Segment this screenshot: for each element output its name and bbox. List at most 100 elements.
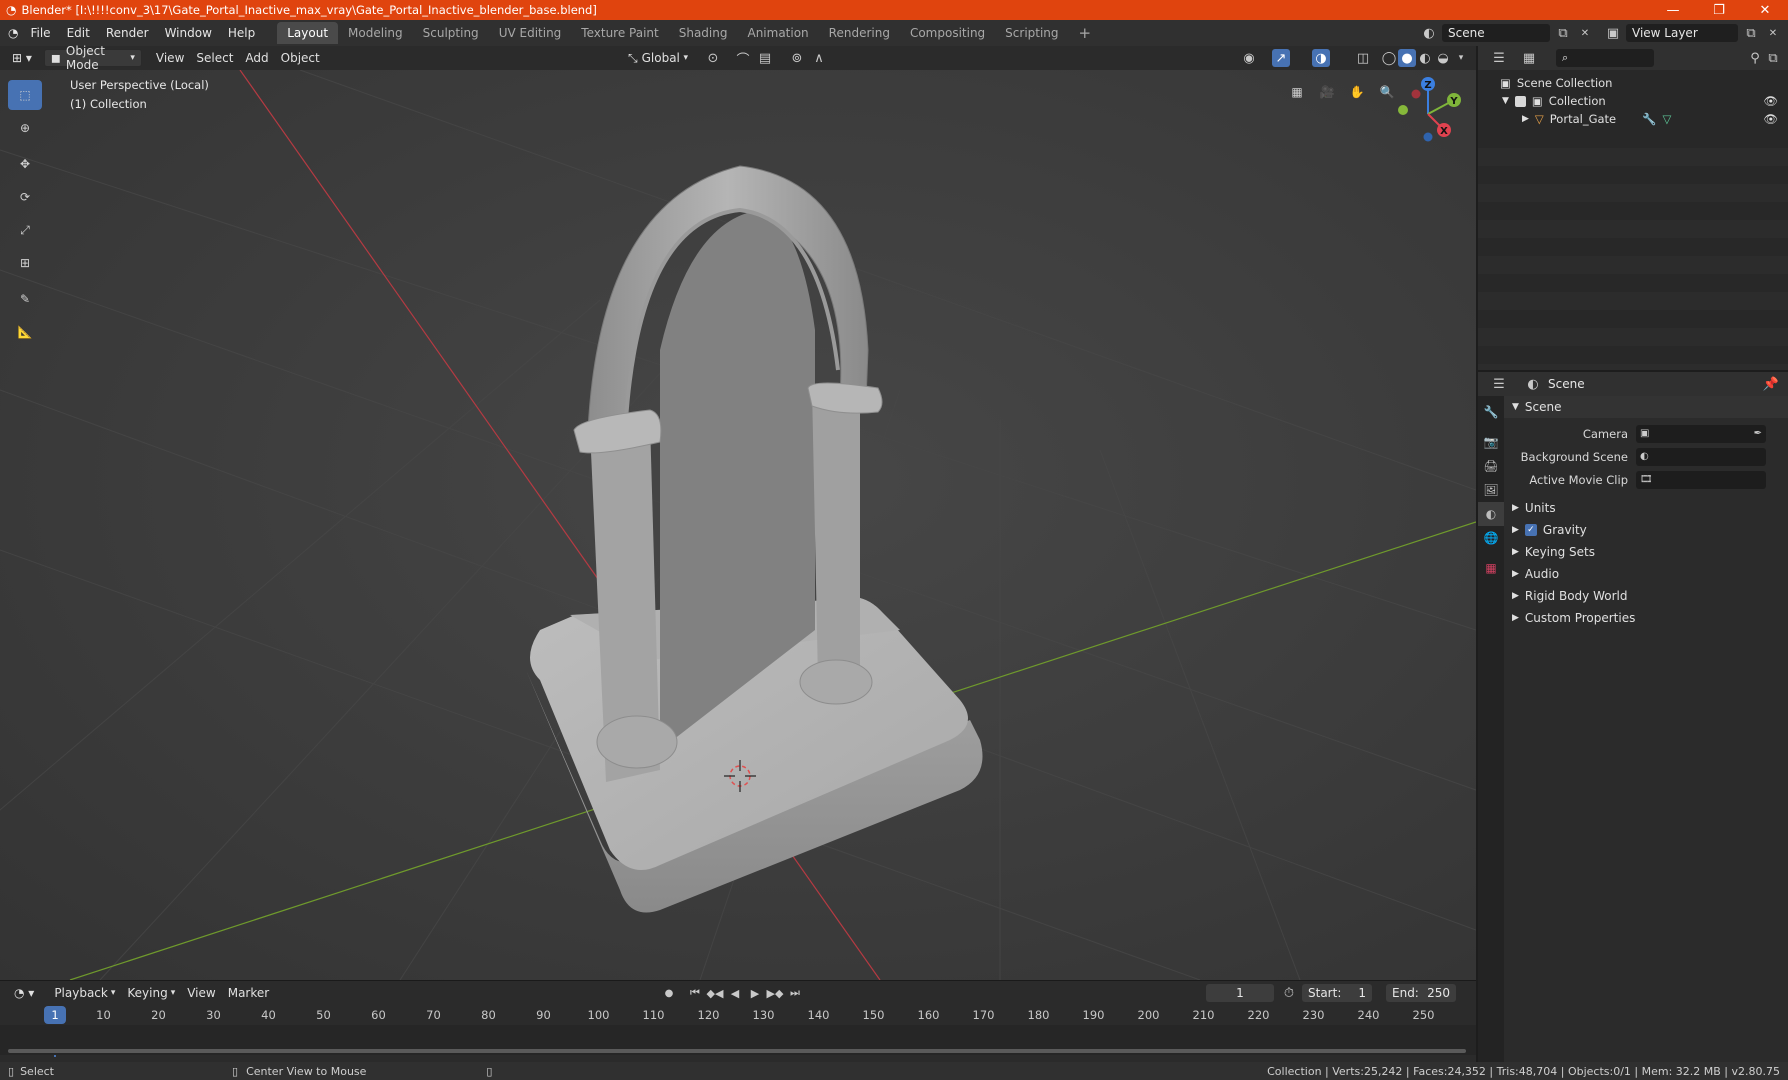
mode-selector[interactable]: ◼ Object Mode ▾ — [43, 44, 142, 72]
grid-toggle-icon[interactable]: ▦ — [1285, 80, 1309, 104]
transform-tool-icon[interactable]: ⊞ — [8, 248, 42, 278]
tab-scripting[interactable]: Scripting — [995, 22, 1068, 44]
play-reverse-icon[interactable]: ◀ — [726, 984, 744, 1002]
rotate-tool-icon[interactable]: ⟳ — [8, 182, 42, 212]
preview-range-icon[interactable]: ⏱ — [1280, 984, 1298, 1002]
menu-file[interactable]: File — [22, 22, 58, 44]
wireframe-shading-icon[interactable]: ◯ — [1380, 49, 1398, 67]
remove-scene-icon[interactable]: ✕ — [1576, 24, 1594, 42]
playhead[interactable]: 1 — [44, 1006, 66, 1024]
proportional-editing-icon[interactable]: ⊚ — [788, 49, 806, 67]
xray-toggle-icon[interactable]: ◫ — [1354, 49, 1372, 67]
new-collection-icon[interactable]: ⧉ — [1764, 49, 1782, 67]
camera-view-icon[interactable]: 🎥 — [1315, 80, 1339, 104]
cursor-tool-icon[interactable]: ⊕ — [8, 113, 42, 143]
jump-end-icon[interactable]: ⏭ — [786, 984, 804, 1002]
close-icon[interactable]: ✕ — [1742, 0, 1788, 20]
custom-properties-panel-header[interactable]: ▶ Custom Properties — [1504, 607, 1788, 629]
output-tab-icon[interactable]: 🖨 — [1478, 454, 1504, 478]
expand-collection-icon[interactable]: ▼ — [1502, 96, 1509, 106]
scene-selector[interactable]: Scene — [1442, 24, 1550, 42]
visibility-eye-icon[interactable]: 👁 — [1763, 112, 1778, 126]
tab-animation[interactable]: Animation — [737, 22, 818, 44]
display-mode-icon[interactable]: ▦ — [1520, 49, 1538, 67]
properties-editor-type-icon[interactable]: ☰ — [1490, 375, 1508, 393]
pan-hand-icon[interactable]: ✋ — [1345, 80, 1369, 104]
timeline-ruler[interactable]: 1 10 20 30 40 50 60 70 80 90 100 110 120 130 140 150 16… — [0, 1005, 1476, 1057]
menu-render[interactable]: Render — [98, 22, 157, 44]
scene-panel-header[interactable]: ▼ Scene — [1504, 396, 1788, 418]
timeline-editor-type-icon[interactable]: ◔ ▾ — [8, 984, 40, 1002]
gizmo-toggle-icon[interactable]: ↗ — [1272, 49, 1290, 67]
material-shading-icon[interactable]: ◐ — [1416, 49, 1434, 67]
collection-checkbox[interactable] — [1514, 95, 1526, 107]
timeline-track[interactable] — [0, 1025, 1476, 1055]
tab-layout[interactable]: Layout — [277, 22, 339, 44]
scene-icon[interactable]: ◐ — [1420, 24, 1438, 42]
select-box-tool-icon[interactable]: ⬚ — [8, 80, 42, 110]
gravity-checkbox[interactable]: ✓ — [1524, 524, 1537, 536]
play-icon[interactable]: ▶ — [746, 984, 764, 1002]
record-icon[interactable]: ● — [660, 984, 678, 1002]
overlay-toggle-icon[interactable]: ◑ — [1312, 49, 1330, 67]
units-panel-header[interactable]: ▶ Units — [1504, 497, 1788, 519]
menu-edit[interactable]: Edit — [59, 22, 98, 44]
snap-target-icon[interactable]: ▤ — [756, 49, 774, 67]
prev-keyframe-icon[interactable]: ◆◀ — [706, 984, 724, 1002]
camera-field[interactable]: ▣ ✒ — [1636, 424, 1766, 443]
end-frame-field[interactable]: End: 250 — [1386, 984, 1456, 1002]
pin-icon[interactable]: 📌 — [1762, 375, 1780, 393]
view-layer-icon[interactable]: ▣ — [1604, 24, 1622, 42]
outliner-row-portal-gate[interactable]: ▶ ▽ Portal_Gate 🔧 ▽ 👁 — [1478, 110, 1788, 128]
remove-view-layer-icon[interactable]: ✕ — [1764, 24, 1782, 42]
next-keyframe-icon[interactable]: ▶◆ — [766, 984, 784, 1002]
measure-tool-icon[interactable]: 📐 — [8, 317, 42, 347]
navigation-gizmo[interactable]: Z Y X — [1388, 72, 1468, 152]
tab-compositing[interactable]: Compositing — [900, 22, 995, 44]
visibility-eye-icon[interactable]: 👁 — [1763, 94, 1778, 108]
current-frame-field[interactable]: 1 — [1206, 984, 1274, 1002]
new-scene-icon[interactable]: ⧉ — [1554, 24, 1572, 42]
audio-panel-header[interactable]: ▶ Audio — [1504, 563, 1788, 585]
menu-object[interactable]: Object — [275, 49, 326, 67]
new-view-layer-icon[interactable]: ⧉ — [1742, 24, 1760, 42]
menu-select[interactable]: Select — [190, 49, 239, 67]
outliner-editor-type-icon[interactable]: ☰ — [1490, 49, 1508, 67]
menu-view[interactable]: View — [150, 49, 190, 67]
snap-icon[interactable]: ⌒ — [734, 49, 752, 68]
visibility-selectability-icon[interactable]: ◉ — [1240, 49, 1258, 67]
restore-icon[interactable]: ❐ — [1696, 0, 1742, 20]
tab-modeling[interactable]: Modeling — [338, 22, 413, 44]
tab-rendering[interactable]: Rendering — [819, 22, 900, 44]
add-workspace-icon[interactable]: + — [1069, 22, 1102, 44]
menu-help[interactable]: Help — [220, 22, 263, 44]
tool-tab-icon[interactable]: 🔧 — [1478, 400, 1504, 424]
scene-tab-icon[interactable]: ◐ — [1478, 502, 1504, 526]
tab-uv-editing[interactable]: UV Editing — [489, 22, 572, 44]
world-tab-icon[interactable]: 🌐 — [1478, 526, 1504, 550]
render-tab-icon[interactable]: 📷 — [1478, 430, 1504, 454]
background-scene-field[interactable]: ◐ — [1636, 447, 1766, 466]
eyedropper-icon[interactable]: ✒ — [1754, 428, 1762, 439]
3d-viewport[interactable]: ⬚ ⊕ ✥ ⟳ ⤢ ⊞ ✎ 📐 User Perspective (Local)… — [0, 70, 1476, 980]
tab-sculpting[interactable]: Sculpting — [413, 22, 489, 44]
menu-marker[interactable]: Marker — [222, 984, 275, 1002]
move-tool-icon[interactable]: ✥ — [8, 149, 42, 179]
outliner-row-scene-collection[interactable]: ▣ Scene Collection — [1478, 74, 1788, 92]
active-movie-clip-field[interactable]: 🎞 — [1636, 470, 1766, 489]
shading-options-icon[interactable]: ▾ — [1452, 49, 1470, 67]
scale-tool-icon[interactable]: ⤢ — [8, 215, 42, 245]
blender-menu-icon[interactable]: ◔ — [8, 26, 18, 40]
annotate-tool-icon[interactable]: ✎ — [8, 284, 42, 314]
editor-type-icon[interactable]: ⊞ ▾ — [6, 49, 38, 67]
menu-add[interactable]: Add — [239, 49, 274, 67]
mesh-data-icon[interactable]: ▽ — [1662, 112, 1671, 126]
menu-playback[interactable]: Playback ▾ — [48, 984, 121, 1002]
jump-start-icon[interactable]: ⏮ — [686, 984, 704, 1002]
tab-shading[interactable]: Shading — [669, 22, 738, 44]
menu-keying[interactable]: Keying ▾ — [121, 984, 181, 1002]
menu-window[interactable]: Window — [157, 22, 220, 44]
rendered-shading-icon[interactable]: ◒ — [1434, 49, 1452, 67]
menu-timeline-view[interactable]: View — [181, 984, 221, 1002]
modifier-wrench-icon[interactable]: 🔧 — [1642, 112, 1656, 126]
